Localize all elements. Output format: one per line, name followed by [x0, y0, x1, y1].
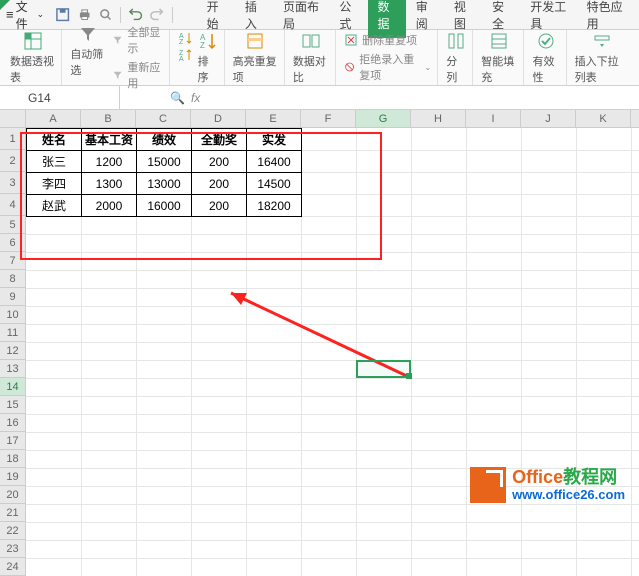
col-header[interactable]: I: [466, 110, 521, 127]
highlight-dup-label: 高亮重复项: [233, 53, 278, 85]
file-menu[interactable]: 文件⌄: [16, 0, 45, 32]
ribbon-group-sort: AZ ZA AZ 排序: [172, 30, 225, 85]
row-header[interactable]: 16: [0, 414, 25, 432]
row-header[interactable]: 18: [0, 450, 25, 468]
col-header[interactable]: F: [301, 110, 356, 127]
row-header[interactable]: 14: [0, 378, 25, 396]
column-headers: A B C D E F G H I J K: [0, 110, 639, 128]
col-header[interactable]: A: [26, 110, 81, 127]
compare-label: 数据对比: [293, 53, 329, 85]
formula-bar: G14 🔍 fx: [0, 86, 639, 110]
chevron-down-icon: ⌄: [37, 9, 45, 20]
col-header[interactable]: K: [576, 110, 631, 127]
col-header[interactable]: B: [81, 110, 136, 127]
dropdown-label: 插入下拉列表: [575, 53, 629, 85]
separator: [120, 7, 121, 23]
ribbon-group-compare: 数据对比: [287, 30, 336, 85]
highlight-dup-button[interactable]: 高亮重复项: [233, 31, 278, 85]
insert-dropdown-button[interactable]: 插入下拉列表: [575, 31, 629, 85]
pivot-label: 数据透视表: [10, 53, 55, 85]
app-corner: [0, 0, 10, 10]
watermark-logo-icon: [470, 467, 506, 503]
sort-button[interactable]: AZ 排序: [198, 31, 218, 85]
ribbon-group-filter: 自动筛选 全部显示 重新应用: [64, 30, 169, 85]
ribbon-group-validation: 有效性: [526, 30, 566, 85]
watermark: Office教程网 www.office26.com: [470, 467, 625, 503]
reject-dup-button[interactable]: 拒绝录入重复项⌄: [344, 51, 431, 83]
sort-label: 排序: [198, 53, 218, 85]
row-header[interactable]: 13: [0, 360, 25, 378]
undo-icon[interactable]: [128, 6, 143, 24]
file-menu-label: 文件: [16, 0, 35, 32]
preview-icon[interactable]: [98, 6, 113, 24]
row-header[interactable]: 21: [0, 504, 25, 522]
smart-fill-button[interactable]: 智能填充: [481, 31, 517, 85]
text-col-label: 分列: [446, 53, 466, 85]
name-box[interactable]: G14: [20, 86, 120, 109]
fx-icon[interactable]: fx: [191, 91, 200, 105]
fx-search-icon[interactable]: 🔍: [170, 91, 185, 105]
row-header[interactable]: 20: [0, 486, 25, 504]
row-header[interactable]: 12: [0, 342, 25, 360]
compare-button[interactable]: 数据对比: [293, 31, 329, 85]
row-header[interactable]: 9: [0, 288, 25, 306]
remove-dup-button[interactable]: 删除重复项: [344, 32, 431, 48]
cell-selection: [356, 360, 411, 378]
select-all-corner[interactable]: [0, 110, 26, 127]
ribbon-group-smart-fill: 智能填充: [475, 30, 524, 85]
watermark-title: Office教程网: [512, 468, 625, 488]
separator: [172, 7, 173, 23]
show-all-button[interactable]: 全部显示: [112, 24, 162, 56]
col-header[interactable]: G: [356, 110, 411, 127]
fill-handle[interactable]: [406, 373, 412, 379]
filter-label: 自动筛选: [70, 46, 106, 78]
ribbon: 数据透视表 自动筛选 全部显示 重新应用 AZ ZA AZ 排序: [0, 30, 639, 86]
svg-text:Z: Z: [179, 39, 184, 45]
row-header[interactable]: 15: [0, 396, 25, 414]
ribbon-group-remove-dup: 删除重复项 拒绝录入重复项⌄: [338, 30, 438, 85]
col-header[interactable]: C: [136, 110, 191, 127]
row-header[interactable]: 24: [0, 558, 25, 576]
annotation-box: [20, 132, 382, 260]
row-header[interactable]: 23: [0, 540, 25, 558]
ribbon-group-dup: 高亮重复项: [227, 30, 285, 85]
spreadsheet-grid: A B C D E F G H I J K 1 2 3 4 5 6 7 8 9 …: [0, 110, 639, 576]
watermark-url: www.office26.com: [512, 488, 625, 502]
svg-text:A: A: [179, 56, 184, 62]
ribbon-group-pivot: 数据透视表: [4, 30, 62, 85]
save-icon[interactable]: [55, 6, 70, 24]
row-header[interactable]: 17: [0, 432, 25, 450]
col-header[interactable]: E: [246, 110, 301, 127]
validation-button[interactable]: 有效性: [532, 31, 559, 85]
validation-label: 有效性: [532, 53, 559, 85]
smart-fill-label: 智能填充: [481, 53, 517, 85]
row-header[interactable]: 11: [0, 324, 25, 342]
svg-text:Z: Z: [200, 41, 205, 50]
col-header[interactable]: J: [521, 110, 576, 127]
row-header[interactable]: 22: [0, 522, 25, 540]
filter-button[interactable]: 自动筛选: [70, 24, 106, 91]
cells-area[interactable]: 姓名 基本工资 绩效 全勤奖 实发 张三12001500020016400 李四…: [26, 128, 639, 576]
print-icon[interactable]: [77, 6, 92, 24]
sort-asc-icon[interactable]: AZ: [178, 31, 194, 45]
pivot-button[interactable]: 数据透视表: [10, 31, 55, 85]
col-header[interactable]: H: [411, 110, 466, 127]
text-to-col-button[interactable]: 分列: [446, 31, 466, 85]
col-header[interactable]: D: [191, 110, 246, 127]
redo-icon[interactable]: [149, 6, 164, 24]
row-header[interactable]: 10: [0, 306, 25, 324]
ribbon-group-dropdown: 插入下拉列表: [569, 30, 635, 85]
row-header[interactable]: 19: [0, 468, 25, 486]
chevron-down-icon: ⌄: [425, 63, 432, 72]
row-header[interactable]: 8: [0, 270, 25, 288]
ribbon-group-text-col: 分列: [440, 30, 473, 85]
sort-desc-icon[interactable]: ZA: [178, 48, 194, 62]
